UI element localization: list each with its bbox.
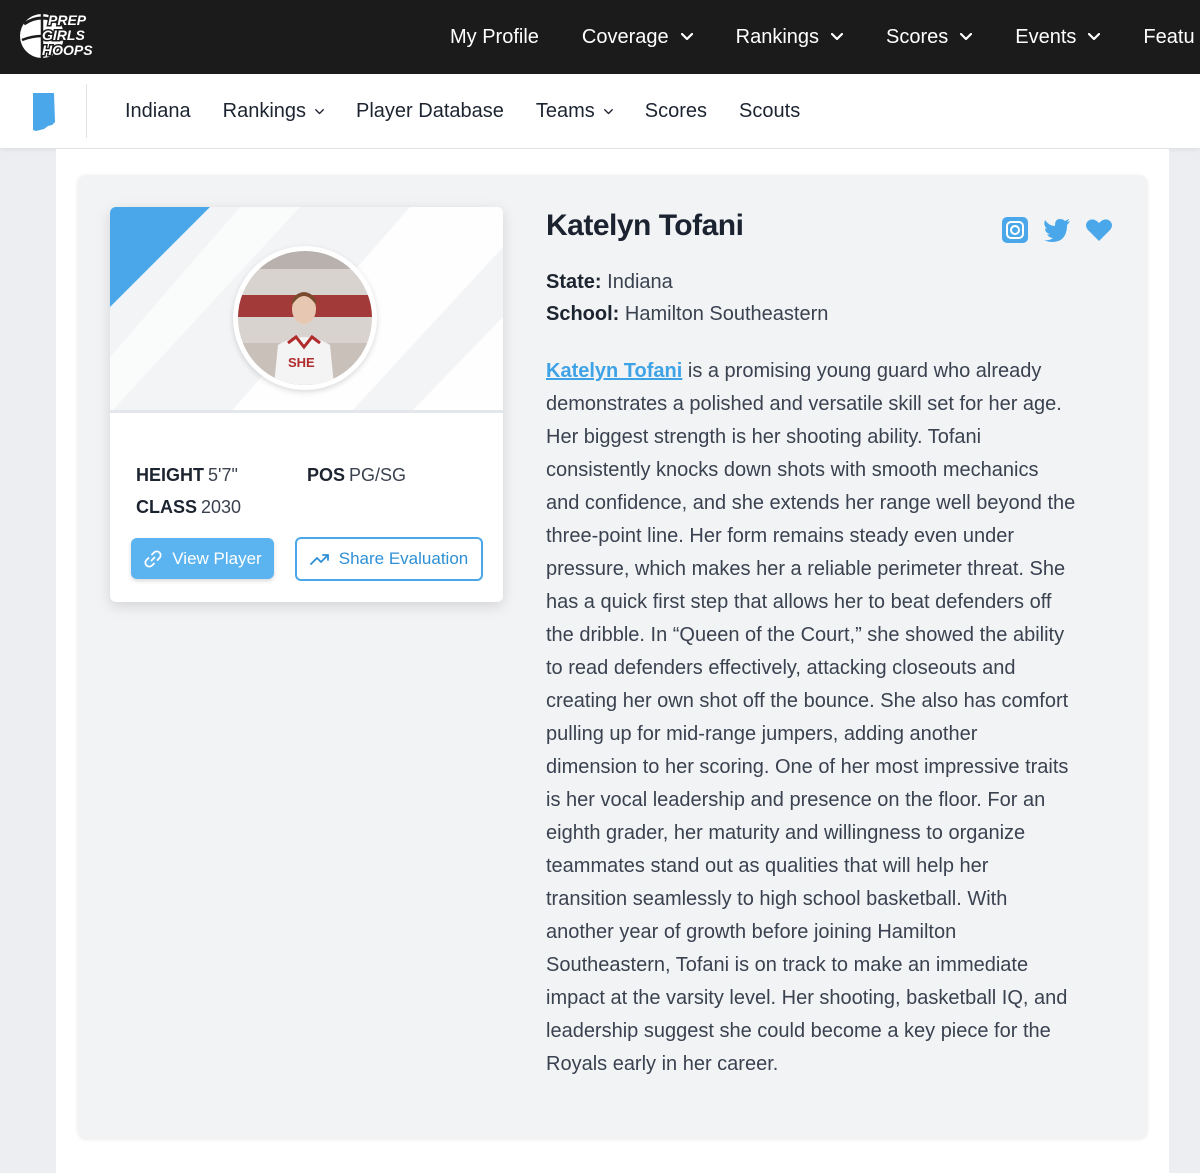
share-evaluation-label: Share Evaluation: [338, 549, 469, 568]
player-photo: SHE: [238, 251, 372, 385]
view-player-label: View Player: [172, 548, 262, 568]
subnav-item-label: Indiana: [125, 100, 191, 122]
bio-line: eighth grader, her maturity and willingn…: [546, 822, 1026, 844]
logo-text-girls: GIRLS: [42, 27, 85, 43]
height-stat: HEIGHT 5'7": [136, 459, 238, 491]
subnav-links: Indiana Rankings Player Database Teams Score…: [125, 74, 832, 149]
subnav-item-teams[interactable]: Teams: [536, 100, 613, 123]
player-card-header: SHE: [110, 207, 503, 413]
instagram-icon[interactable]: [1001, 216, 1029, 244]
social-links: [1001, 216, 1127, 244]
bio-line: pulling up for mid-range jumpers, adding…: [546, 723, 978, 745]
top-navbar: PREP GIRLS HOOPS My Profile Coverage Ranki…: [0, 0, 1200, 74]
bio-line: creating her own shot off the bounce. Sh…: [546, 690, 1069, 712]
nav-item-featu[interactable]: Featu: [1143, 26, 1194, 49]
class-value: 2030: [201, 497, 242, 517]
state-row: State: Indiana: [546, 266, 828, 298]
prep-girls-hoops-logo[interactable]: PREP GIRLS HOOPS: [18, 10, 110, 62]
bio-line: Her biggest strength is her shooting abi…: [546, 426, 982, 448]
main-nav: My Profile Coverage Rankings Scores Events Fe…: [450, 0, 1200, 74]
bio-line: consistently knocks down shots with smoo…: [546, 459, 1039, 481]
state-subnav: Indiana Rankings Player Database Teams Score…: [0, 74, 1200, 149]
chevron-down-icon: [680, 33, 693, 41]
subnav-item-label: Teams: [535, 100, 595, 122]
bio-line: to read defenders effectively, attacking…: [546, 657, 1016, 679]
subnav-item-label: Rankings: [222, 100, 307, 122]
chevron-down-icon: [831, 33, 844, 41]
bio-line: demonstrates a polished and versatile sk…: [546, 393, 1062, 415]
bio-line: Katelyn Tofani is a promising young guar…: [546, 355, 1121, 388]
subnav-item-label: Scores: [644, 100, 708, 122]
share-evaluation-button[interactable]: Share Evaluation: [295, 537, 483, 581]
bio-line: has a quick first step that allows her t…: [546, 591, 1052, 613]
chevron-down-icon: [315, 108, 324, 114]
position-stat: POS PG/SG: [307, 459, 406, 491]
bio-line: dimension to her scoring. One of her mos…: [546, 756, 1069, 778]
bio-line: another year of growth before joining Ha…: [546, 921, 957, 943]
school-row: School: Hamilton Southeastern: [546, 298, 828, 330]
subnav-item-label: Scouts: [739, 100, 801, 122]
trending-up-icon: [309, 554, 329, 565]
bio-line: the dribble. In “Queen of the Court,” sh…: [546, 624, 1065, 646]
player-avatar[interactable]: SHE: [233, 246, 377, 390]
bio-line: Royals early in her career.: [546, 1053, 779, 1075]
link-icon: [144, 549, 162, 568]
state-value: Indiana: [607, 271, 673, 293]
class-stat: CLASS 2030: [136, 491, 241, 523]
nav-item-label: Events: [1015, 25, 1077, 48]
indiana-state-icon[interactable]: [30, 92, 58, 132]
bio-line: and confidence, and she extends her rang…: [546, 492, 1076, 514]
bio-line: Southeastern, Tofani is on track to make…: [546, 954, 1029, 976]
bio-line: is her vocal leadership and presence on …: [546, 789, 1046, 811]
nav-item-label: Coverage: [581, 25, 669, 48]
logo-text-hoops: HOOPS: [42, 42, 93, 58]
nav-item-scores[interactable]: Scores: [886, 25, 973, 49]
twitter-icon[interactable]: [1043, 216, 1071, 244]
nav-item-coverage[interactable]: Coverage: [582, 26, 693, 49]
nav-item-label: My Profile: [450, 25, 539, 48]
state-label: State:: [546, 271, 602, 293]
bio-line: pressure, which makes her a reliable per…: [546, 558, 1066, 580]
player-card: SHE HEIGHT 5'7" POS PG/SG CLASS 2030 View P…: [110, 207, 503, 602]
player-evaluation-text: Katelyn Tofani is a promising young guar…: [546, 355, 1121, 1081]
player-meta: State: Indiana School: Hamilton Southeas…: [546, 266, 828, 330]
player-name-link[interactable]: Katelyn Tofani: [546, 360, 682, 382]
bio-line: transition seamlessly to high school bas…: [546, 888, 1008, 910]
position-value: PG/SG: [349, 465, 407, 485]
view-player-button[interactable]: View Player: [131, 538, 274, 579]
nav-item-label: Featu: [1143, 25, 1195, 48]
height-value: 5'7": [208, 465, 238, 485]
subnav-item-scouts[interactable]: Scouts: [739, 100, 800, 123]
subnav-item-player-database[interactable]: Player Database: [356, 100, 504, 123]
bio-line: impact at the varsity level. Her shootin…: [546, 987, 1068, 1009]
player-name: Katelyn Tofani: [546, 209, 744, 242]
nav-item-rankings[interactable]: Rankings: [735, 25, 844, 49]
nav-item-label: Rankings: [735, 25, 820, 48]
bio-line: teammates stand out as qualities that wi…: [546, 855, 989, 877]
class-label: CLASS: [136, 497, 198, 517]
subnav-item-label: Player Database: [356, 100, 504, 122]
chevron-down-icon: [603, 108, 613, 114]
position-label: POS: [307, 465, 346, 485]
nav-item-my-profile[interactable]: My Profile: [450, 26, 539, 49]
logo-text-prep: PREP: [48, 12, 87, 28]
school-value: Hamilton Southeastern: [624, 303, 829, 325]
heart-icon[interactable]: [1085, 216, 1113, 244]
bio-line-text: is a promising young guard who already: [682, 360, 1042, 382]
chevron-down-icon: [960, 33, 973, 41]
jersey-text: SHE: [288, 355, 315, 370]
subnav-item-indiana[interactable]: Indiana: [125, 100, 191, 123]
school-label: School:: [546, 303, 620, 325]
nav-item-events[interactable]: Events: [1015, 25, 1101, 49]
bio-line: leadership suggest she could become a ke…: [546, 1020, 1051, 1042]
nav-item-label: Scores: [886, 25, 949, 48]
bio-line: three-point line. Her form remains stead…: [546, 525, 1015, 547]
chevron-down-icon: [1088, 33, 1101, 41]
subnav-divider: [86, 84, 87, 138]
subnav-item-scores[interactable]: Scores: [645, 100, 707, 123]
subnav-item-rankings[interactable]: Rankings: [223, 100, 324, 123]
height-label: HEIGHT: [136, 465, 205, 485]
